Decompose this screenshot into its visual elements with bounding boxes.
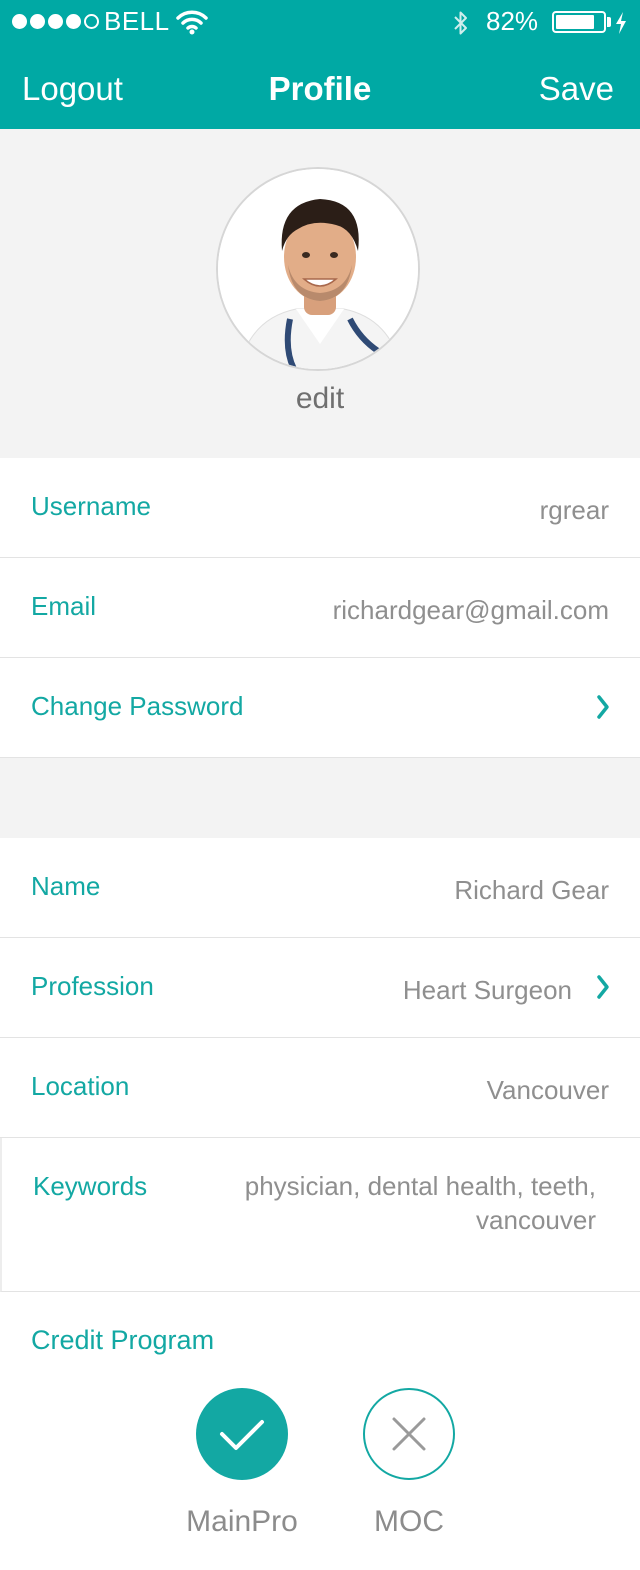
email-row[interactable]: Email richardgear@gmail.com [0,558,640,658]
change-password-row[interactable]: Change Password [0,658,640,758]
chevron-right-icon [596,694,610,725]
location-row[interactable]: Location Vancouver [0,1038,640,1138]
keywords-label: Keywords [33,1171,148,1201]
credit-program-label: Credit Program [31,1325,215,1355]
edit-photo-link[interactable]: edit [0,382,640,416]
profession-row[interactable]: Profession Heart Surgeon [0,938,640,1038]
mainpro-option-button[interactable] [196,1388,288,1480]
wifi-icon [176,9,208,40]
moc-option-button[interactable] [363,1388,455,1480]
moc-label: MOC [374,1505,444,1538]
location-value: Vancouver [486,1075,609,1105]
mainpro-label: MainPro [186,1505,298,1538]
profession-label: Profession [31,971,154,1001]
avatar[interactable] [216,167,420,371]
avatar-section: edit [0,129,640,458]
change-password-label: Change Password [31,691,244,721]
top-bar: BELL 82% Logout Profile Save [0,0,640,129]
charging-bolt-icon [614,11,628,40]
profession-value: Heart Surgeon [402,975,572,1005]
battery-tip [607,17,611,27]
keywords-value[interactable]: physician, dental health, teeth, vancouv… [196,1169,596,1237]
section-divider [0,758,640,838]
keywords-row[interactable]: Keywords physician, dental health, teeth… [0,1138,640,1292]
name-label: Name [31,871,101,901]
username-row[interactable]: Username rgrear [0,458,640,558]
bluetooth-icon [452,9,470,42]
name-row[interactable]: Name Richard Gear [0,838,640,938]
email-value: richardgear@gmail.com [332,595,609,625]
save-button[interactable]: Save [539,70,614,108]
name-value: Richard Gear [454,875,609,905]
username-value: rgrear [539,495,609,525]
location-label: Location [31,1071,130,1101]
status-bar: BELL 82% [0,0,640,44]
checkmark-icon [220,1420,264,1450]
chevron-right-icon [596,974,610,1005]
battery-icon [552,11,606,33]
email-label: Email [31,591,97,621]
battery-fill [556,15,594,29]
username-label: Username [31,491,151,521]
close-icon [392,1417,426,1451]
battery-percent: 82% [486,6,539,36]
profile-photo [218,169,418,369]
carrier-name: BELL [104,6,170,36]
signal-strength-icon [12,14,99,29]
